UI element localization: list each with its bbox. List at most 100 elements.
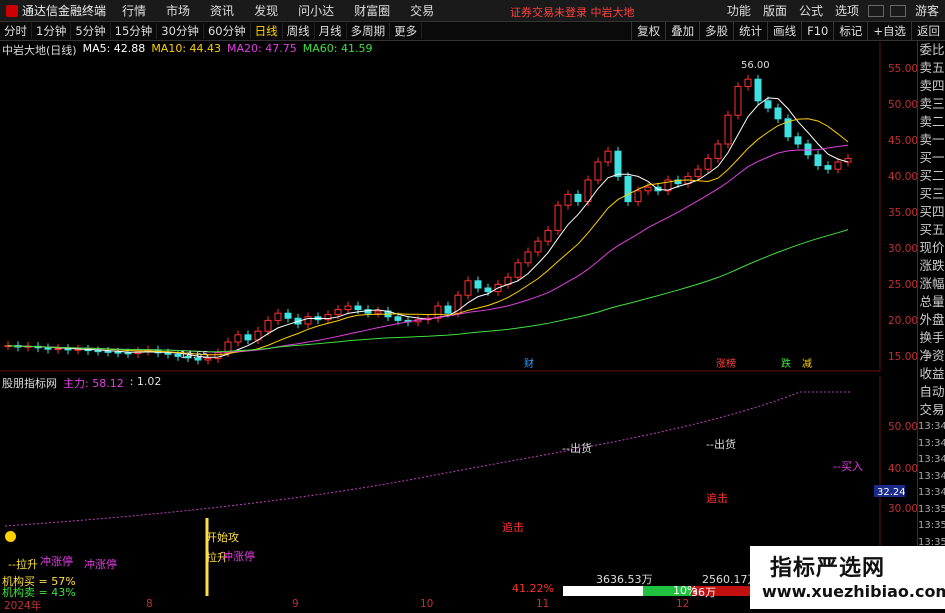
tool-duogu[interactable]: 多股 (699, 22, 733, 40)
candle (534, 240, 542, 253)
sidebar-item-17[interactable]: 净资 (918, 347, 945, 365)
sidebar-item-14[interactable]: 总量 (918, 293, 945, 311)
tool-f10[interactable]: F10 (801, 22, 833, 40)
watermark-url: www.xuezhibiao.com (762, 582, 945, 601)
period-60min[interactable]: 60分钟 (204, 23, 251, 39)
quote-sidebar: 委比 卖五 卖四 卖三 卖二 卖一 买一 买二 买三 买四 买五 现价 涨跌 涨幅 总量 外盘 换手 净资 收益 自动… (917, 41, 945, 609)
sidebar-item-11[interactable]: 现价 (918, 239, 945, 257)
period-15min[interactable]: 15分钟 (111, 23, 158, 39)
x-tick-11: 11 (536, 598, 550, 610)
sidebar-item-1[interactable]: 卖五 (918, 59, 945, 77)
menu-xuanxiang[interactable]: 选项 (829, 2, 865, 19)
event-cai[interactable]: 财 (524, 357, 534, 370)
event-die[interactable]: 跌 (781, 357, 791, 370)
price-tick-55: 55.00 (888, 63, 917, 75)
candle (344, 305, 352, 311)
candle (544, 229, 552, 242)
period-30min[interactable]: 30分钟 (157, 23, 204, 39)
sidebar-item-7[interactable]: 买二 (918, 167, 945, 185)
footer-pct: 41.22% (512, 582, 554, 595)
tool-fanhui[interactable]: 返回 (911, 22, 945, 40)
buy-sell-bar (563, 586, 753, 596)
login-notice[interactable]: 证券交易未登录 中岩大地 (510, 4, 635, 20)
menu-zixun[interactable]: 资讯 (200, 2, 244, 19)
menu-caifuquan[interactable]: 财富圈 (344, 2, 400, 19)
sidebar-item-8[interactable]: 买三 (918, 185, 945, 203)
x-tick-2024: 2024年 (4, 600, 42, 612)
sidebar-item-25[interactable]: 13:34 (918, 485, 945, 502)
period-daily[interactable]: 日线 (251, 23, 283, 39)
candle (794, 136, 802, 145)
tool-zixuan[interactable]: +自选 (867, 22, 911, 40)
candle (754, 78, 762, 102)
candle (44, 347, 52, 350)
candle (274, 312, 282, 321)
sidebar-item-13[interactable]: 涨幅 (918, 275, 945, 293)
event-zhangbang[interactable]: 涨榜 (716, 357, 736, 370)
candle (374, 310, 382, 314)
sidebar-item-0[interactable]: 委比 (918, 41, 945, 59)
candle (694, 168, 702, 177)
candle (54, 347, 62, 350)
menu-faxian[interactable]: 发现 (244, 2, 288, 19)
candle (634, 190, 642, 203)
tool-biaoji[interactable]: 标记 (833, 22, 867, 40)
sidebar-item-9[interactable]: 买四 (918, 203, 945, 221)
sidebar-item-20[interactable]: 交易 (918, 401, 945, 419)
menu-gongshi[interactable]: 公式 (793, 2, 829, 19)
candle (114, 351, 122, 354)
candle (644, 186, 652, 192)
candle (594, 161, 602, 181)
price-chart[interactable]: 56.00 14.65 财 涨榜 跌 减 55.00 50.00 45.00 4… (0, 42, 917, 372)
period-weekly[interactable]: 周线 (283, 23, 315, 39)
sidebar-item-3[interactable]: 卖三 (918, 95, 945, 113)
period-monthly[interactable]: 月线 (315, 23, 347, 39)
app-title: 通达信金融终端 (22, 4, 107, 18)
tool-fuquan[interactable]: 复权 (631, 22, 665, 40)
sidebar-item-10[interactable]: 买五 (918, 221, 945, 239)
menu-hangqing[interactable]: 行情 (112, 2, 156, 19)
sidebar-item-23[interactable]: 13:34 (918, 452, 945, 469)
window-menu-icon[interactable] (867, 4, 884, 17)
window-mode-icon[interactable] (889, 4, 906, 17)
menu-wenxiaoda[interactable]: 问小达 (288, 2, 344, 19)
user-label[interactable]: 游客 (909, 2, 945, 19)
ma-lines (7, 97, 849, 358)
sidebar-item-22[interactable]: 13:34 (918, 436, 945, 453)
sidebar-item-27[interactable]: 13:35 (918, 518, 945, 535)
menu-banmian[interactable]: 版面 (757, 2, 793, 19)
candle (94, 350, 102, 353)
title-bar: 通达信金融终端 行情 市场 资讯 发现 问小达 财富圈 交易 证券交易未登录 中… (0, 0, 945, 22)
candle (234, 334, 242, 343)
sidebar-item-2[interactable]: 卖四 (918, 77, 945, 95)
sidebar-item-12[interactable]: 涨跌 (918, 257, 945, 275)
tool-tongji[interactable]: 统计 (733, 22, 767, 40)
menu-gongneng[interactable]: 功能 (721, 2, 757, 19)
candle (824, 165, 832, 170)
candle (804, 143, 812, 156)
event-jian[interactable]: 减 (802, 358, 812, 370)
tool-diejia[interactable]: 叠加 (665, 22, 699, 40)
period-more[interactable]: 更多 (390, 23, 423, 39)
sidebar-item-4[interactable]: 卖二 (918, 113, 945, 131)
sidebar-item-5[interactable]: 卖一 (918, 131, 945, 149)
period-5min[interactable]: 5分钟 (71, 23, 111, 39)
sidebar-item-18[interactable]: 收益 (918, 365, 945, 383)
tool-huaxian[interactable]: 画线 (767, 22, 801, 40)
sidebar-item-16[interactable]: 换手 (918, 329, 945, 347)
sidebar-item-24[interactable]: 13:34 (918, 469, 945, 486)
menu-jiaoyi[interactable]: 交易 (400, 2, 444, 19)
period-fenshi[interactable]: 分时 (0, 23, 32, 39)
candle (434, 305, 442, 319)
anno-chuhuo-1: --出货 (562, 442, 592, 455)
candle (564, 193, 572, 206)
sidebar-item-6[interactable]: 买一 (918, 149, 945, 167)
candle (834, 161, 842, 170)
period-multi[interactable]: 多周期 (347, 23, 391, 39)
sidebar-item-21[interactable]: 13:34 (918, 419, 945, 436)
menu-shichang[interactable]: 市场 (156, 2, 200, 19)
period-1min[interactable]: 1分钟 (32, 23, 72, 39)
sidebar-item-26[interactable]: 13:35 (918, 502, 945, 519)
sidebar-item-19[interactable]: 自动 (918, 383, 945, 401)
sidebar-item-15[interactable]: 外盘 (918, 311, 945, 329)
